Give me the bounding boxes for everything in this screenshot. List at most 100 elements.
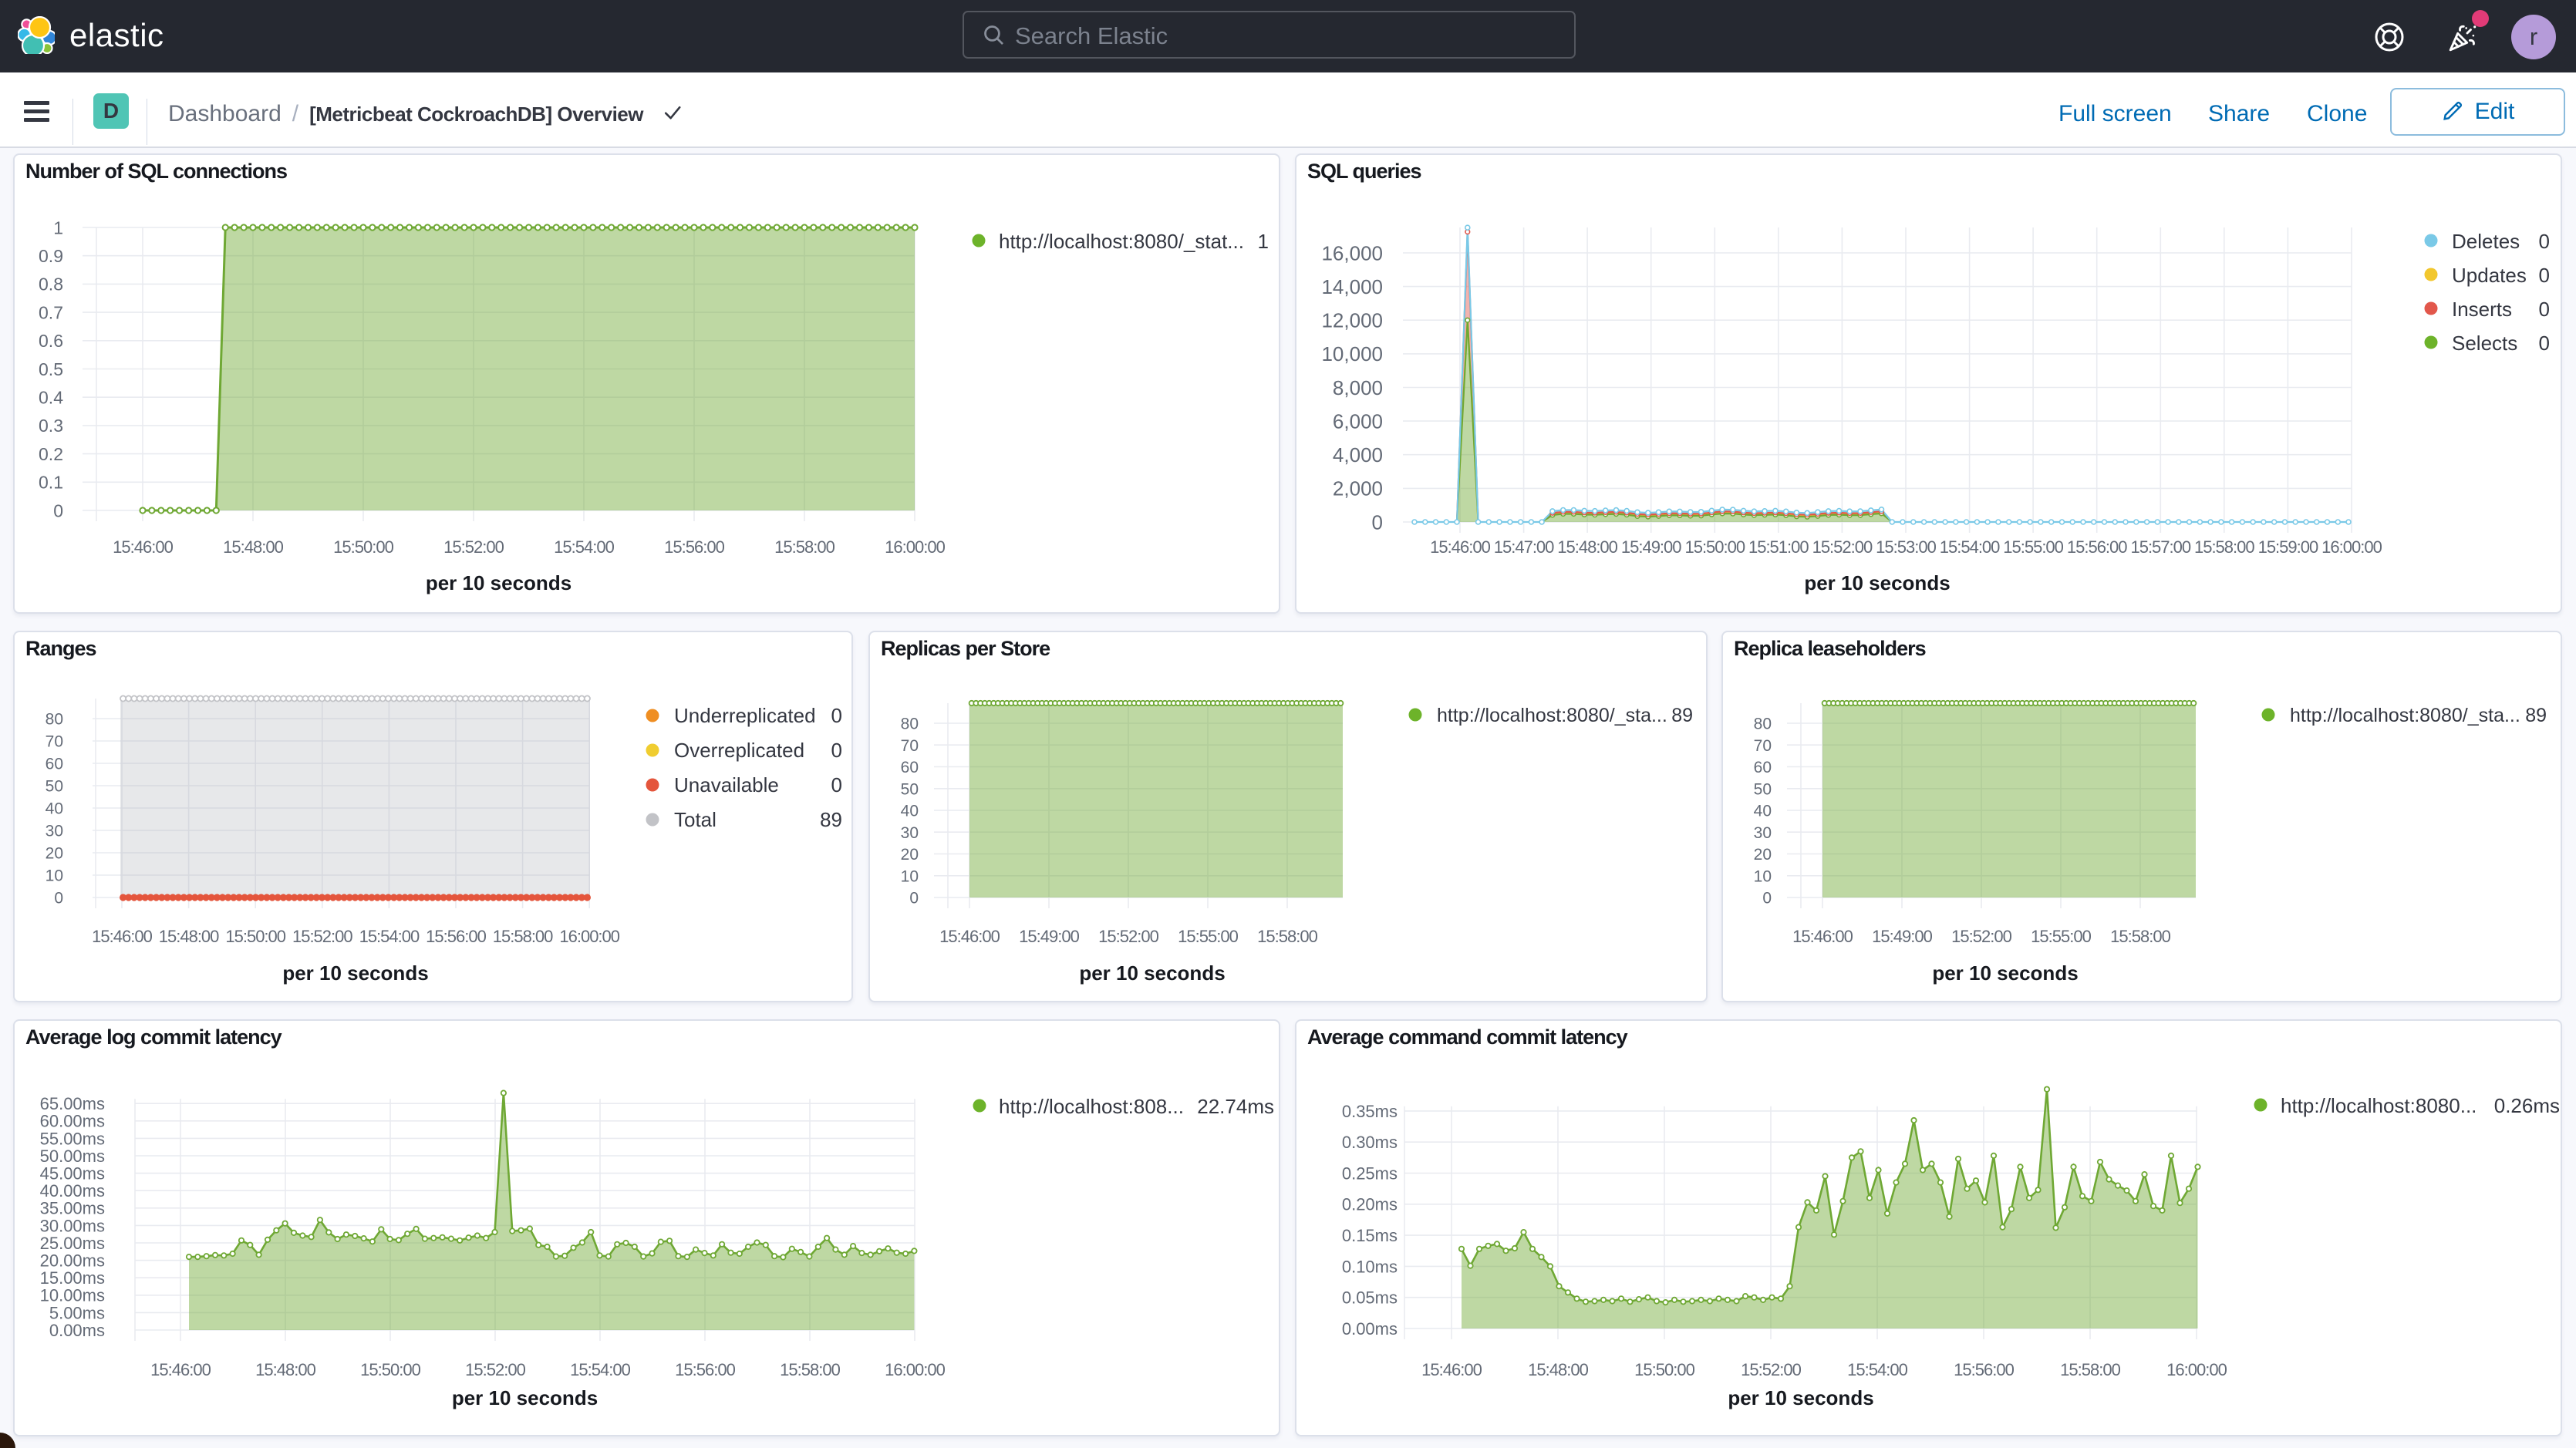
svg-text:per 10 seconds: per 10 seconds [1932,961,2078,985]
svg-text:http://localhost:8080/_stat...: http://localhost:8080/_stat... [999,230,1244,253]
svg-text:15:58:00: 15:58:00 [493,927,553,946]
svg-text:40: 40 [901,803,919,820]
svg-text:Unavailable: Unavailable [674,773,779,796]
svg-text:15:51:00: 15:51:00 [1748,537,1809,557]
svg-text:35.00ms: 35.00ms [40,1199,105,1218]
svg-text:per 10 seconds: per 10 seconds [282,961,428,985]
svg-text:15:50:00: 15:50:00 [1634,1360,1694,1379]
svg-text:80: 80 [901,716,919,733]
svg-text:15:57:00: 15:57:00 [2130,537,2190,557]
svg-text:4,000: 4,000 [1333,443,1383,466]
svg-text:20: 20 [901,846,919,864]
svg-text:12,000: 12,000 [1321,309,1383,332]
svg-text:15:54:00: 15:54:00 [1847,1360,1907,1379]
svg-text:per 10 seconds: per 10 seconds [426,571,572,594]
svg-text:15:52:00: 15:52:00 [465,1360,525,1379]
svg-text:1: 1 [53,217,63,237]
svg-text:0: 0 [831,773,842,796]
svg-text:15:46:00: 15:46:00 [113,537,173,557]
svg-text:15:52:00: 15:52:00 [443,537,504,557]
svg-text:0: 0 [54,890,63,908]
svg-text:89: 89 [2525,705,2547,726]
svg-text:Updates: Updates [2452,264,2527,287]
svg-text:0.8: 0.8 [39,274,63,295]
svg-text:0: 0 [2539,332,2550,355]
svg-text:Overreplicated: Overreplicated [674,739,804,762]
svg-text:15:58:00: 15:58:00 [2194,537,2254,557]
svg-text:15:55:00: 15:55:00 [2003,537,2063,557]
svg-text:0.9: 0.9 [39,246,63,266]
svg-text:Total: Total [674,808,716,831]
svg-text:15:58:00: 15:58:00 [780,1360,840,1379]
svg-text:15:50:00: 15:50:00 [360,1360,420,1379]
svg-text:20: 20 [46,845,63,863]
svg-text:2,000: 2,000 [1333,477,1383,500]
svg-text:15:54:00: 15:54:00 [359,927,420,946]
svg-text:0: 0 [1762,890,1772,908]
svg-text:16,000: 16,000 [1321,241,1383,264]
svg-text:15.00ms: 15.00ms [40,1268,105,1288]
svg-text:8,000: 8,000 [1333,376,1383,399]
svg-text:16:00:00: 16:00:00 [559,927,619,946]
svg-text:10: 10 [1754,867,1772,885]
svg-text:15:50:00: 15:50:00 [225,927,285,946]
svg-text:14,000: 14,000 [1321,275,1383,298]
svg-text:15:56:00: 15:56:00 [664,537,724,557]
svg-text:15:48:00: 15:48:00 [159,927,219,946]
svg-text:40: 40 [46,800,63,818]
svg-text:0: 0 [2539,298,2550,321]
svg-text:15:46:00: 15:46:00 [1792,927,1853,946]
svg-text:15:49:00: 15:49:00 [1872,927,1932,946]
svg-text:per 10 seconds: per 10 seconds [452,1386,598,1409]
svg-text:0.5: 0.5 [39,359,63,379]
svg-text:0.00ms: 0.00ms [1342,1319,1398,1339]
svg-text:Selects: Selects [2452,332,2517,355]
svg-text:0.30ms: 0.30ms [1342,1133,1398,1152]
svg-text:50: 50 [1754,780,1772,798]
svg-text:15:55:00: 15:55:00 [2031,927,2091,946]
svg-text:0.15ms: 0.15ms [1342,1226,1398,1245]
svg-text:50: 50 [901,780,919,798]
svg-text:0: 0 [831,739,842,762]
svg-text:15:46:00: 15:46:00 [1430,537,1490,557]
svg-text:0.4: 0.4 [39,388,63,408]
svg-text:15:54:00: 15:54:00 [554,537,614,557]
svg-text:0.25ms: 0.25ms [1342,1163,1398,1183]
svg-text:30: 30 [46,823,63,840]
svg-text:0.3: 0.3 [39,416,63,436]
svg-text:50.00ms: 50.00ms [40,1147,105,1166]
svg-text:Deletes: Deletes [2452,230,2520,253]
svg-text:20: 20 [1754,846,1772,864]
svg-text:15:46:00: 15:46:00 [1421,1360,1482,1379]
svg-text:http://localhost:8080/_sta...: http://localhost:8080/_sta... [1437,705,1667,726]
svg-text:60: 60 [46,756,63,773]
svg-text:80: 80 [46,711,63,729]
svg-text:0.1: 0.1 [39,473,63,493]
svg-text:0: 0 [1372,510,1383,534]
svg-text:15:49:00: 15:49:00 [1019,927,1079,946]
svg-text:15:48:00: 15:48:00 [1528,1360,1588,1379]
svg-text:40.00ms: 40.00ms [40,1181,105,1200]
svg-text:5.00ms: 5.00ms [49,1303,105,1322]
svg-text:per 10 seconds: per 10 seconds [1804,571,1950,594]
svg-text:15:55:00: 15:55:00 [1178,927,1238,946]
svg-text:0: 0 [2539,230,2550,253]
svg-text:15:52:00: 15:52:00 [1951,927,2011,946]
svg-text:http://localhost:8080/_sta...: http://localhost:8080/_sta... [2290,705,2520,726]
svg-text:15:58:00: 15:58:00 [1257,927,1317,946]
svg-text:15:50:00: 15:50:00 [1684,537,1745,557]
svg-text:30: 30 [901,824,919,842]
svg-text:15:58:00: 15:58:00 [774,537,835,557]
svg-text:Inserts: Inserts [2452,298,2512,321]
svg-text:15:49:00: 15:49:00 [1621,537,1681,557]
svg-text:15:48:00: 15:48:00 [1557,537,1617,557]
svg-text:10.00ms: 10.00ms [40,1286,105,1305]
svg-text:89: 89 [1671,705,1693,726]
svg-text:60: 60 [901,759,919,776]
svg-text:16:00:00: 16:00:00 [885,1360,945,1379]
svg-text:50: 50 [46,778,63,796]
svg-text:60: 60 [1754,759,1772,776]
svg-text:per 10 seconds: per 10 seconds [1728,1386,1873,1409]
svg-text:30: 30 [1754,824,1772,842]
svg-text:80: 80 [1754,716,1772,733]
